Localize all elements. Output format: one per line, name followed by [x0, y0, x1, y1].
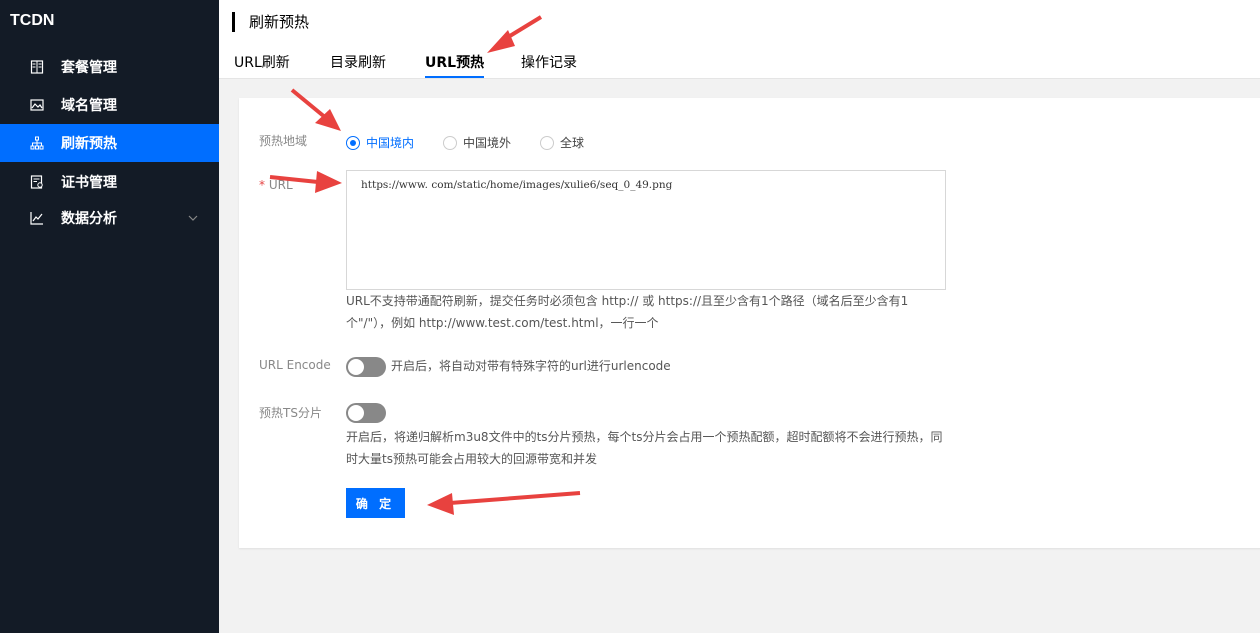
brand-logo: TCDN: [10, 12, 55, 29]
radio-dot: [443, 135, 457, 150]
url-label: * URL: [259, 178, 293, 192]
ts-split-label: 预热TS分片: [259, 406, 322, 420]
sidebar-item-label: 证书管理: [61, 175, 117, 191]
toggle-knob: [348, 405, 364, 421]
url-encode-toggle[interactable]: [346, 357, 386, 377]
sidebar-item-label: 套餐管理: [61, 60, 117, 76]
url-label-text: URL: [268, 178, 293, 192]
sidebar-item-label: 数据分析: [61, 211, 117, 227]
radio-label: 全球: [560, 136, 585, 150]
radio-label: 中国境外: [463, 136, 512, 150]
tab-operation-log[interactable]: 操作记录: [521, 54, 577, 72]
sidebar-item-analytics[interactable]: 数据分析: [0, 199, 219, 237]
radio-dot: [540, 135, 554, 150]
page-title: 刷新预热: [232, 12, 309, 32]
help-line: 个"/"），例如 http://www.test.com/test.html，一…: [346, 316, 659, 330]
radio-mainland-china[interactable]: 中国境内: [346, 134, 414, 151]
chevron-down-icon[interactable]: [188, 213, 198, 223]
package-icon: [30, 60, 44, 74]
tab-url-preheat[interactable]: URL预热: [425, 54, 485, 78]
certificate-icon: [30, 175, 43, 189]
radio-global[interactable]: 全球: [540, 134, 584, 151]
tab-url-refresh[interactable]: URL刷新: [234, 54, 290, 72]
help-line: 时大量ts预热可能会占用较大的回源带宽和并发: [346, 452, 597, 466]
page-header: 刷新预热 URL刷新 目录刷新 URL预热 操作记录: [219, 0, 1260, 79]
chart-icon: [30, 212, 43, 225]
image-icon: [30, 99, 44, 111]
ts-split-toggle[interactable]: [346, 403, 386, 423]
sidebar-item-certificate[interactable]: 证书管理: [0, 163, 219, 201]
sidebar-item-domain[interactable]: 域名管理: [0, 86, 219, 124]
help-line: 开启后，将递归解析m3u8文件中的ts分片预热，每个ts分片会占用一个预热配额，…: [346, 430, 943, 444]
sidebar-item-package[interactable]: 套餐管理: [0, 48, 219, 86]
sidebar-item-refresh-preheat[interactable]: 刷新预热: [0, 124, 219, 162]
sitemap-icon: [30, 136, 44, 150]
help-line: URL不支持带通配符刷新，提交任务时必须包含 http:// 或 https:/…: [346, 294, 909, 308]
radio-dot: [346, 135, 360, 150]
sidebar-item-label: 刷新预热: [61, 136, 117, 152]
url-textarea[interactable]: https://www. com/static/home/images/xuli…: [346, 170, 946, 290]
toggle-knob: [348, 359, 364, 375]
radio-outside-china[interactable]: 中国境外: [443, 134, 511, 151]
sidebar: TCDN 套餐管理 域名管理 刷新预热 证书管理 数据分析: [0, 0, 219, 633]
url-encode-label: URL Encode: [259, 358, 331, 372]
ts-split-desc: 开启后，将递归解析m3u8文件中的ts分片预热，每个ts分片会占用一个预热配额，…: [346, 426, 942, 470]
radio-label: 中国境内: [366, 136, 415, 150]
sidebar-item-label: 域名管理: [61, 98, 117, 114]
url-encode-desc: 开启后，将自动对带有特殊字符的url进行urlencode: [391, 359, 671, 373]
tab-directory-refresh[interactable]: 目录刷新: [330, 54, 386, 72]
confirm-button[interactable]: 确 定: [346, 488, 405, 518]
required-mark: *: [259, 178, 265, 192]
url-help-text: URL不支持带通配符刷新，提交任务时必须包含 http:// 或 https:/…: [346, 290, 908, 334]
region-label: 预热地域: [259, 134, 308, 148]
